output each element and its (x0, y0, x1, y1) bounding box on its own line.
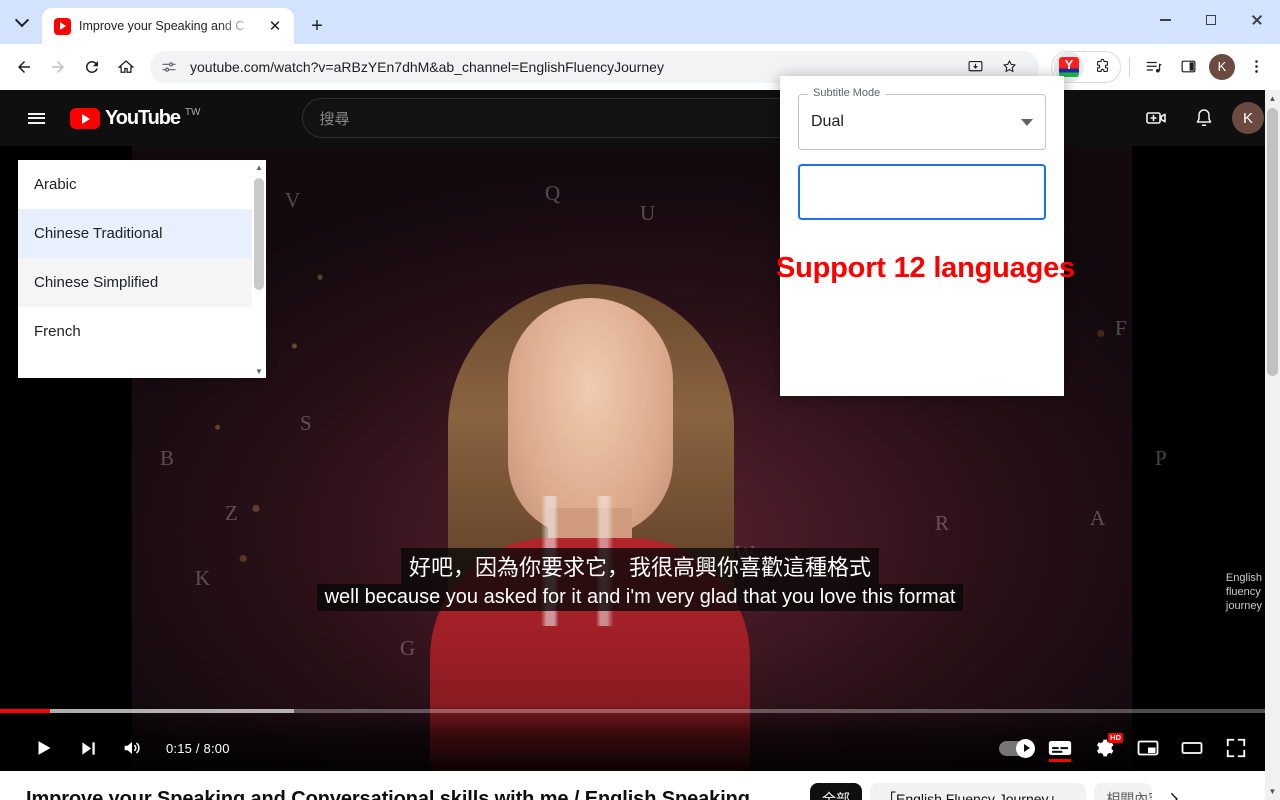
home-icon[interactable] (110, 51, 142, 83)
tab-title: Improve your Speaking and C (79, 19, 245, 33)
subtitle-mode-select[interactable]: Subtitle Mode Dual (798, 87, 1046, 150)
tune-icon[interactable] (156, 54, 182, 80)
language-select-field[interactable] (798, 164, 1046, 220)
youtube-avatar[interactable]: K (1232, 102, 1264, 134)
list-item-chinese-simplified[interactable]: Chinese Simplified (18, 258, 266, 307)
play-icon[interactable] (22, 726, 66, 770)
chip-related[interactable]: 相關內容 (1094, 783, 1153, 800)
browser-window: Improve your Speaking and C ✕ + youtube.… (0, 0, 1280, 800)
support-languages-annotation: Support 12 languages (776, 252, 1075, 284)
side-panel-icon[interactable] (1172, 51, 1204, 83)
list-item-arabic[interactable]: Arabic (18, 160, 266, 209)
subtitle-mode-label: Subtitle Mode (808, 87, 886, 99)
dropdown-scroll-down[interactable]: ▼ (252, 364, 266, 378)
forward-arrow-icon[interactable] (42, 51, 74, 83)
maximize-button[interactable] (1188, 0, 1234, 40)
dropdown-scroll-up[interactable]: ▲ (252, 160, 266, 174)
video-info-section: Improve your Speaking and Conversational… (0, 771, 800, 800)
bell-icon[interactable] (1184, 98, 1224, 138)
progress-played (0, 709, 50, 713)
header-actions: K (1136, 98, 1264, 138)
window-controls (1142, 0, 1280, 40)
youtube-header: YouTube TW 搜尋 K (0, 90, 1280, 146)
cc-active-underline (1049, 759, 1071, 762)
progress-bar[interactable] (0, 709, 1280, 713)
list-item-chinese-traditional[interactable]: Chinese Traditional (18, 209, 266, 258)
time-display: 0:15 / 8:00 (166, 740, 230, 756)
below-player: Improve your Speaking and Conversational… (0, 771, 1280, 800)
media-list-icon[interactable] (1138, 51, 1170, 83)
theater-mode-icon[interactable] (1170, 726, 1214, 770)
subtitle-mode-value: Dual (811, 113, 844, 130)
tab-strip: Improve your Speaking and C ✕ + (0, 0, 1280, 44)
scroll-up-arrow[interactable]: ▲ (1265, 90, 1280, 107)
new-tab-button[interactable]: + (302, 11, 332, 41)
closed-captions-icon[interactable] (1038, 726, 1082, 770)
control-right-group: HD (994, 726, 1258, 770)
page-scrollbar[interactable]: ▲ ▼ (1265, 90, 1280, 800)
browser-tab[interactable]: Improve your Speaking and C ✕ (42, 8, 294, 44)
quality-badge: HD (1108, 733, 1123, 743)
scrollbar-thumb[interactable] (1267, 108, 1278, 376)
filter-chips: 全部 「English Fluency Journey」... 相關內容 (810, 783, 1262, 800)
youtube-play-icon (70, 108, 100, 129)
volume-icon[interactable] (110, 726, 154, 770)
fullscreen-icon[interactable] (1214, 726, 1258, 770)
youtube-favicon-icon (54, 17, 71, 35)
miniplayer-icon[interactable] (1126, 726, 1170, 770)
profile-avatar[interactable]: K (1206, 51, 1238, 83)
close-window-button[interactable] (1234, 0, 1280, 40)
hamburger-icon[interactable] (16, 98, 56, 138)
create-video-icon[interactable] (1136, 98, 1176, 138)
tab-close-icon[interactable]: ✕ (264, 15, 286, 37)
video-pillarbox-right (1132, 146, 1280, 771)
youtube-wordmark: YouTube (105, 107, 181, 129)
player-controls: 0:15 / 8:00 HD (0, 703, 1280, 771)
control-row: 0:15 / 8:00 HD (0, 725, 1280, 771)
list-item-french[interactable]: French (18, 307, 266, 356)
browser-toolbar: youtube.com/watch?v=aRBzYEn7dhM&ab_chann… (0, 44, 1280, 90)
reload-icon[interactable] (76, 51, 108, 83)
puzzle-icon[interactable] (1086, 51, 1118, 83)
page-title: Improve your Speaking and Conversational… (26, 788, 750, 800)
back-arrow-icon[interactable] (8, 51, 40, 83)
caption-primary: 好吧，因為你要求它，我很高興你喜歡這種格式 (400, 548, 879, 584)
chip-channel[interactable]: 「English Fluency Journey」... (870, 783, 1087, 800)
chevron-right-icon[interactable] (1160, 785, 1188, 800)
recommendations-sidebar: 全部 「English Fluency Journey」... 相關內容 Spe… (800, 771, 1280, 800)
youtube-subtitle-extension-icon: Y (1059, 56, 1079, 77)
tab-search-chevron-icon[interactable] (4, 6, 40, 40)
chevron-down-icon[interactable] (1021, 118, 1033, 126)
dropdown-scrollbar-thumb[interactable] (254, 178, 264, 290)
extension-popup: Subtitle Mode Dual (780, 76, 1064, 396)
dropdown-scrollbar[interactable]: ▲ ▼ (252, 160, 266, 378)
three-dot-menu-icon[interactable] (1240, 51, 1272, 83)
gear-icon[interactable]: HD (1082, 726, 1126, 770)
next-video-icon[interactable] (66, 726, 110, 770)
youtube-logo[interactable]: YouTube TW (70, 107, 200, 129)
scroll-down-arrow[interactable]: ▼ (1265, 783, 1280, 800)
language-dropdown-list[interactable]: Arabic Chinese Traditional Chinese Simpl… (18, 160, 266, 378)
caption-secondary: well because you asked for it and i'm ve… (316, 584, 964, 611)
country-code: TW (184, 107, 201, 118)
chip-all[interactable]: 全部 (810, 783, 862, 800)
url-text: youtube.com/watch?v=aRBzYEn7dhM&ab_chann… (190, 58, 664, 75)
search-input[interactable]: 搜尋 (302, 98, 848, 138)
minimize-button[interactable] (1142, 0, 1188, 40)
autoplay-toggle[interactable] (994, 726, 1038, 770)
caption-block: 好吧，因為你要求它，我很高興你喜歡這種格式 well because you a… (0, 548, 1280, 611)
avatar-initial: K (1209, 53, 1235, 80)
toolbar-divider (1129, 56, 1130, 77)
